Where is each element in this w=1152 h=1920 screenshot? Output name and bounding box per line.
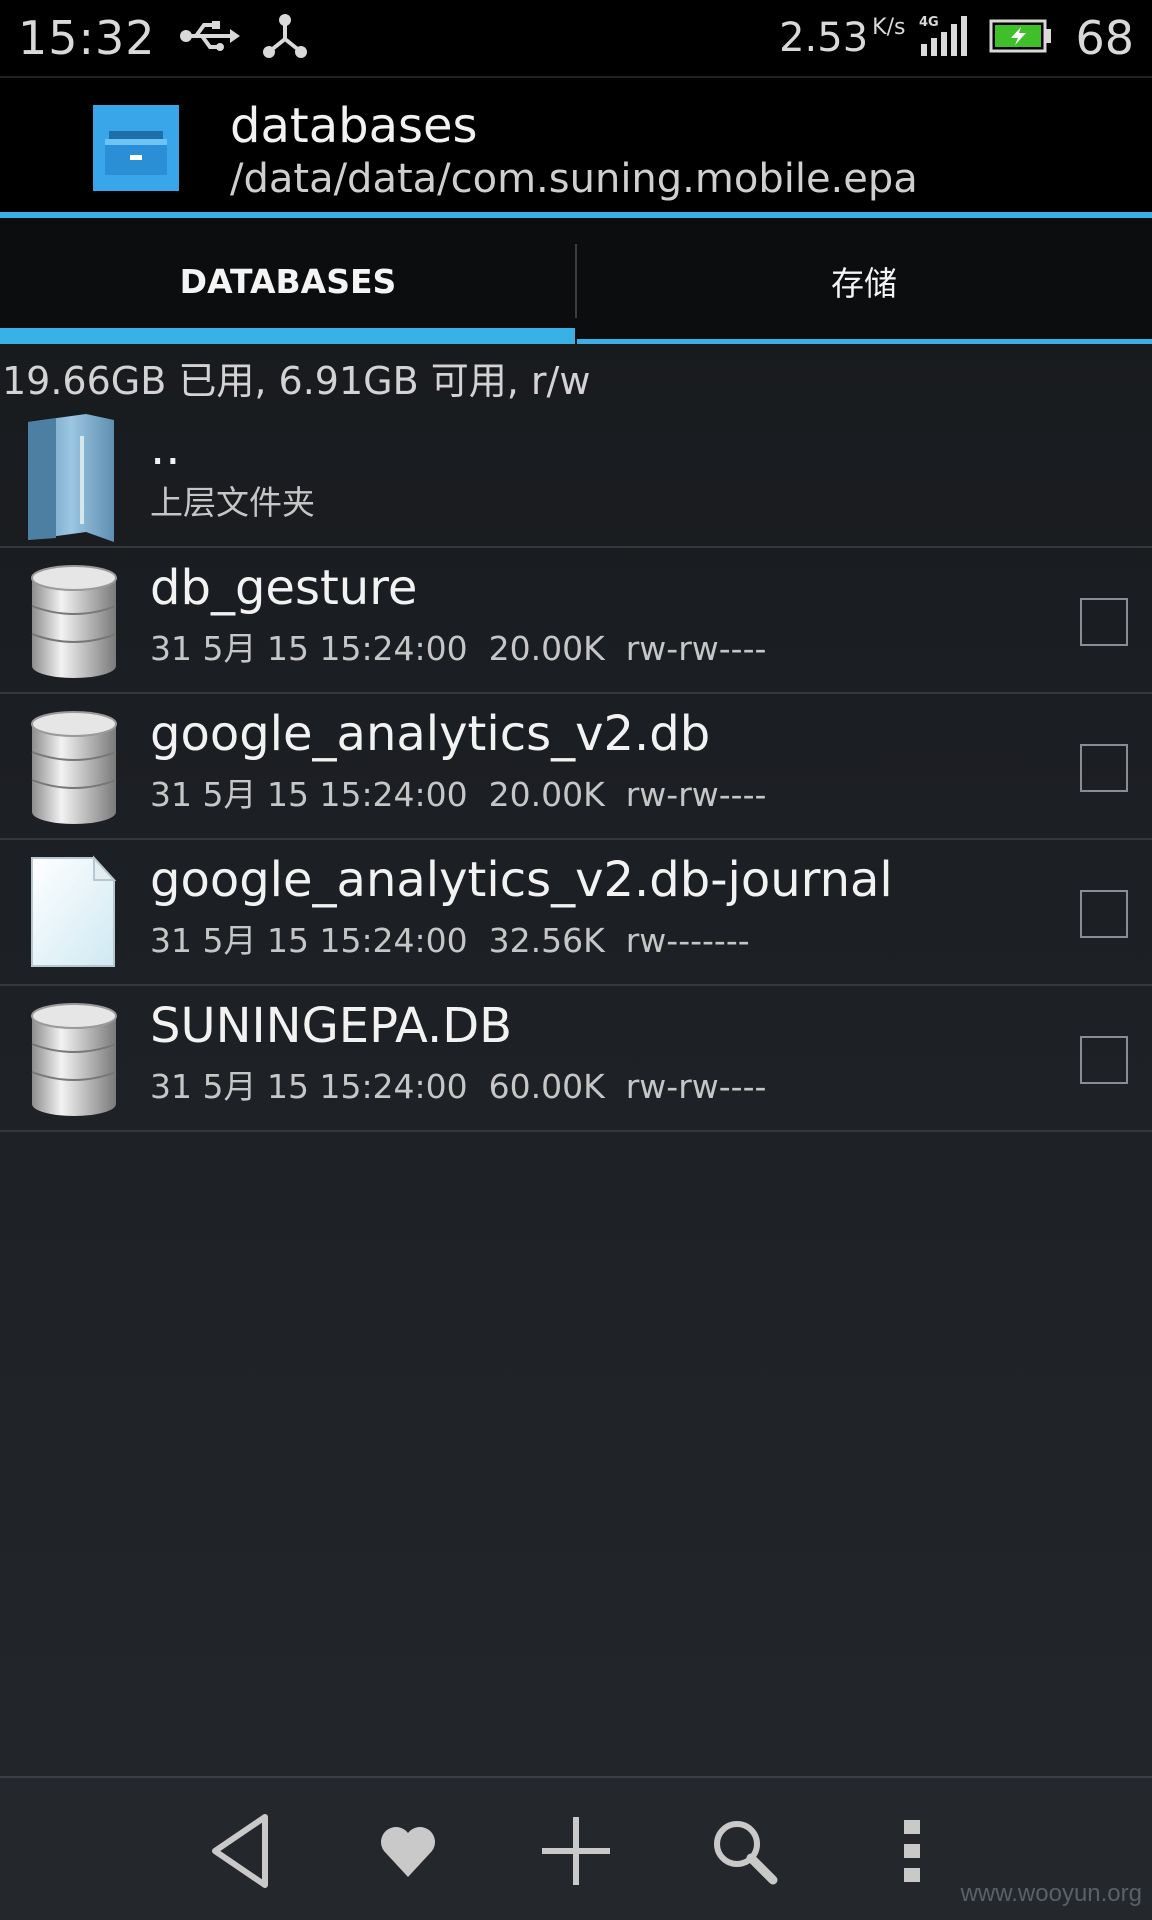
4g-signal-icon: 4G [919, 14, 975, 62]
file-manager-icon[interactable] [93, 105, 179, 191]
network-speed-unit: K/s [872, 15, 906, 40]
list-item-suningepa-db[interactable]: SUNINGEPA.DB 31 5月 15 15:24:00 60.00K rw… [0, 986, 1152, 1132]
status-bar: 15:32 2.53 K/s 4G 68 [0, 0, 1152, 76]
back-button[interactable] [195, 1808, 285, 1898]
tab-storage-label: 存储 [831, 264, 897, 303]
select-checkbox[interactable] [1080, 1036, 1128, 1084]
list-item-parent-folder[interactable]: .. 上层文件夹 [0, 400, 1152, 548]
file-manager-screen: 15:32 2.53 K/s 4G 68 databases /data/dat… [0, 0, 1152, 1920]
share-icon [262, 13, 308, 63]
list-item-google-analytics-db[interactable]: google_analytics_v2.db 31 5月 15 15:24:00… [0, 694, 1152, 840]
status-time: 15:32 [18, 11, 156, 65]
battery-percent: 68 [1075, 11, 1134, 65]
select-checkbox[interactable] [1080, 890, 1128, 938]
network-speed-value: 2.53 [779, 15, 869, 61]
tab-databases[interactable]: DATABASES [0, 218, 576, 344]
select-checkbox[interactable] [1080, 598, 1128, 646]
database-icon [26, 562, 122, 680]
file-meta: 上层文件夹 [150, 483, 315, 522]
bottom-toolbar: www.wooyun.org [0, 1776, 1152, 1920]
back-icon [205, 1811, 275, 1895]
add-button[interactable] [531, 1808, 621, 1898]
file-name: google_analytics_v2.db-journal [150, 852, 893, 908]
file-meta: 31 5月 15 15:24:00 60.00K rw-rw---- [150, 1067, 767, 1106]
file-name: google_analytics_v2.db [150, 706, 711, 762]
search-icon [709, 1816, 779, 1890]
page-title: databases [230, 98, 478, 154]
favorite-icon [378, 1823, 438, 1883]
tab-databases-label: DATABASES [179, 261, 397, 301]
add-icon [538, 1813, 614, 1893]
status-icons-left [178, 13, 308, 63]
battery-icon [989, 17, 1053, 59]
favorite-button[interactable] [363, 1808, 453, 1898]
more-icon [900, 1818, 924, 1888]
tab-bar: DATABASES 存储 [0, 218, 1152, 344]
list-item-db-gesture[interactable]: db_gesture 31 5月 15 15:24:00 20.00K rw-r… [0, 548, 1152, 694]
watermark: www.wooyun.org [960, 1880, 1142, 1907]
tab-active-indicator [0, 328, 575, 344]
storage-info: 19.66GB 已用, 6.91GB 可用, r/w [2, 359, 591, 403]
tab-inactive-indicator [577, 339, 1152, 344]
file-name: SUNINGEPA.DB [150, 998, 513, 1054]
more-button[interactable] [867, 1808, 957, 1898]
svg-text:4G: 4G [919, 15, 939, 30]
file-icon [26, 854, 122, 972]
tab-storage[interactable]: 存储 [576, 218, 1152, 344]
search-button[interactable] [699, 1808, 789, 1898]
network-speed: 2.53 K/s [779, 15, 905, 61]
database-icon [26, 708, 122, 826]
file-list: .. 上层文件夹 db_gesture 31 5月 15 15:24:00 20… [0, 400, 1152, 1132]
database-icon [26, 1000, 122, 1118]
file-name: .. [150, 420, 181, 476]
file-meta: 31 5月 15 15:24:00 20.00K rw-rw---- [150, 629, 767, 668]
file-meta: 31 5月 15 15:24:00 32.56K rw------- [150, 921, 750, 960]
file-name: db_gesture [150, 560, 418, 616]
file-meta: 31 5月 15 15:24:00 20.00K rw-rw---- [150, 775, 767, 814]
folder-icon [26, 414, 122, 542]
list-item-google-analytics-journal[interactable]: google_analytics_v2.db-journal 31 5月 15 … [0, 840, 1152, 986]
select-checkbox[interactable] [1080, 744, 1128, 792]
current-path: /data/data/com.suning.mobile.epa [230, 156, 918, 202]
status-right: 2.53 K/s 4G 68 [779, 11, 1134, 65]
title-text: databases /data/data/com.suning.mobile.e… [230, 98, 918, 204]
title-bar: databases /data/data/com.suning.mobile.e… [0, 76, 1152, 216]
usb-icon [178, 19, 240, 57]
